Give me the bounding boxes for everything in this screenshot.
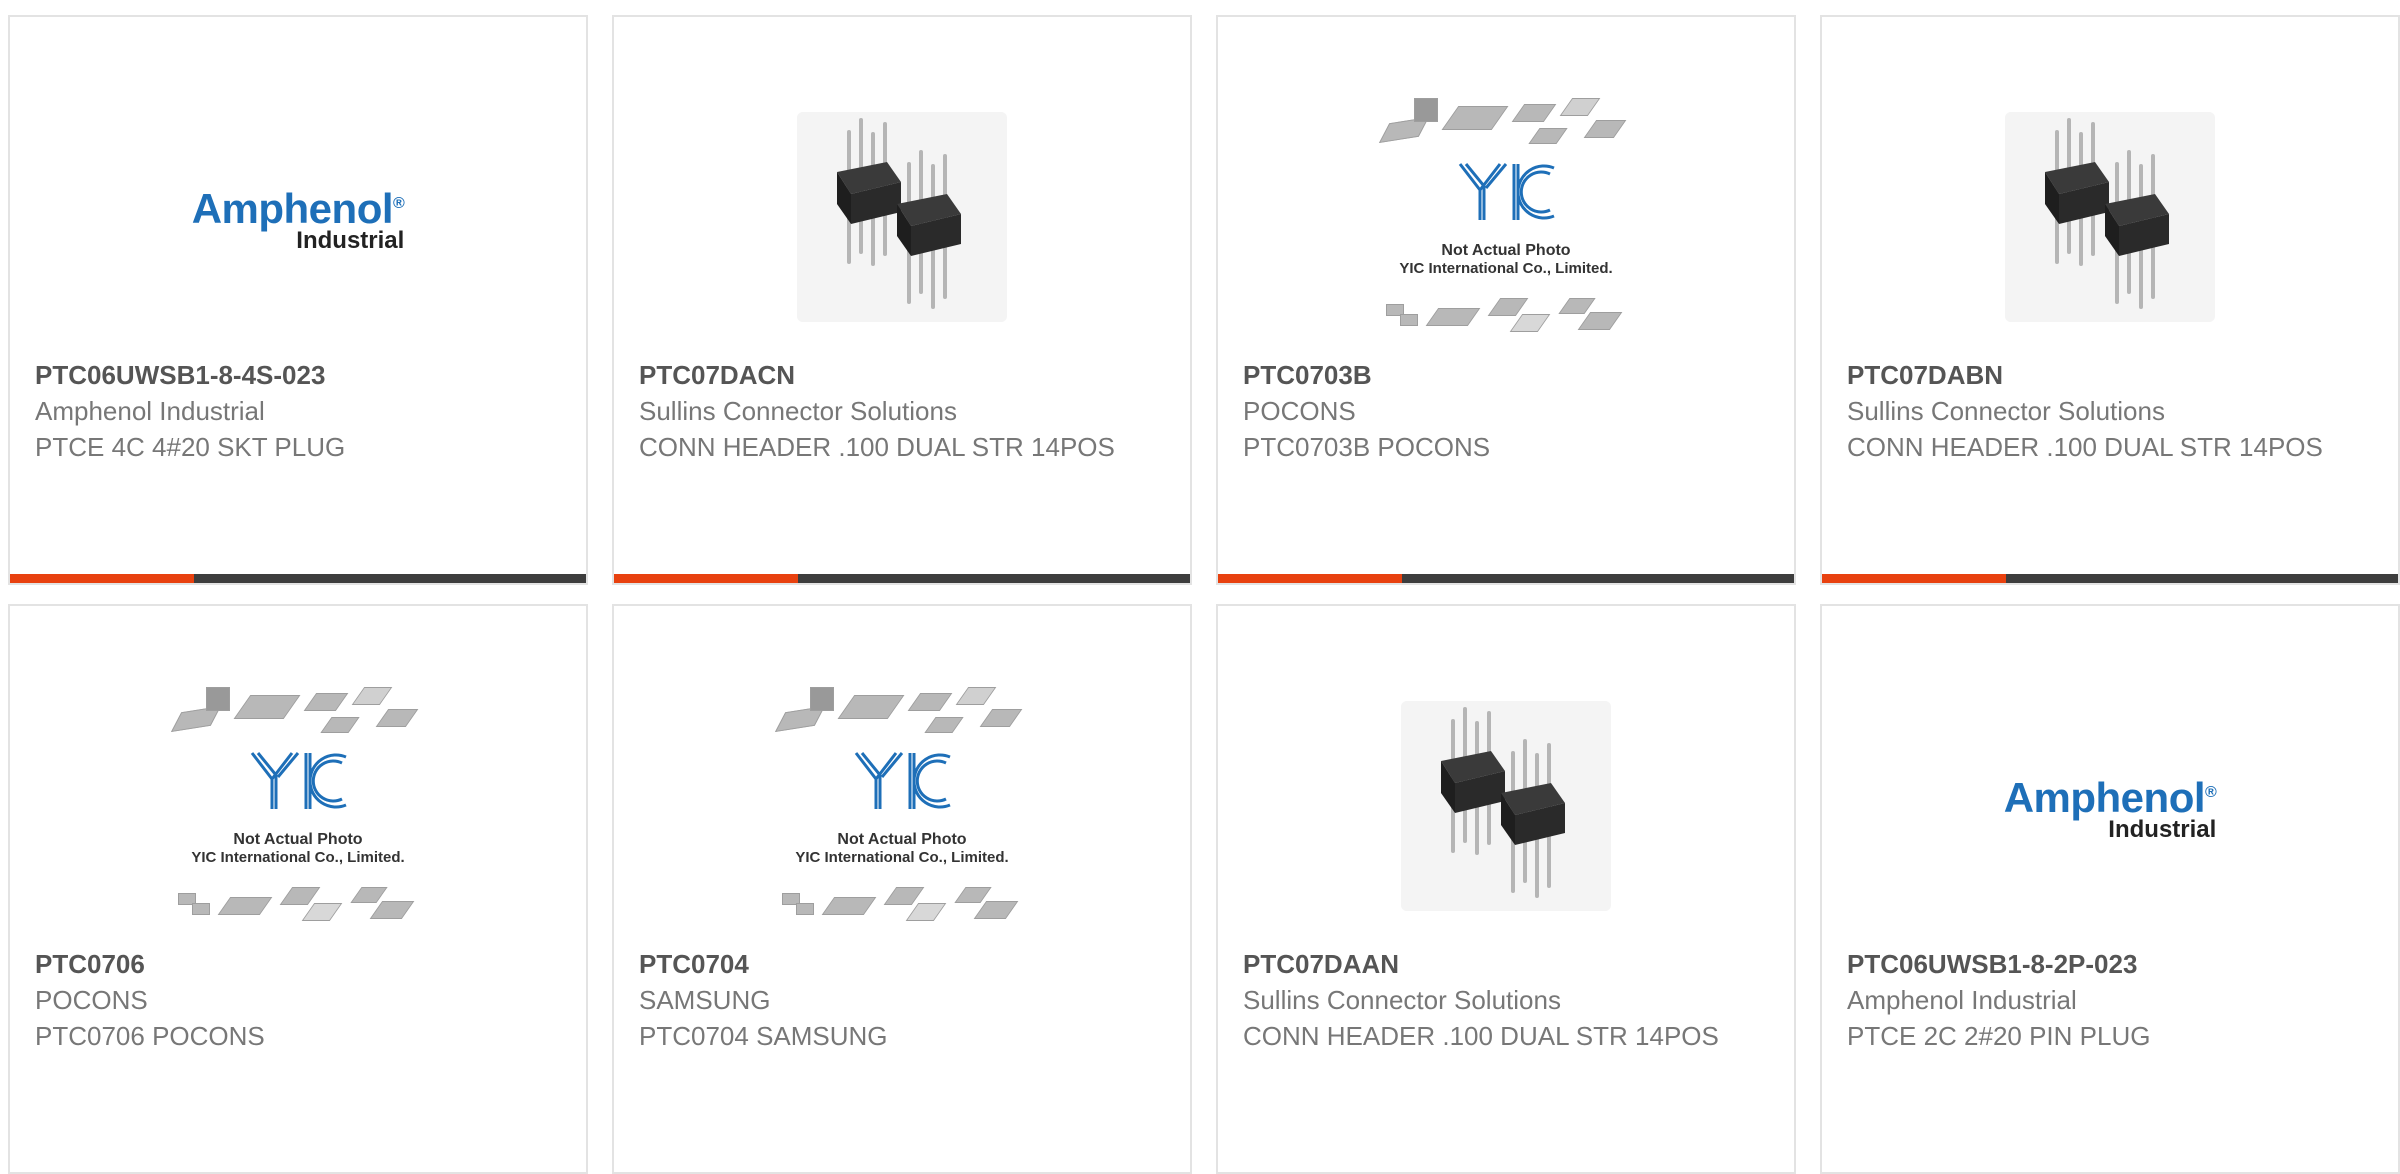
placeholder-line1: Not Actual Photo bbox=[837, 831, 967, 848]
placeholder-line1: Not Actual Photo bbox=[233, 831, 363, 848]
product-card[interactable]: PTC07DACN Sullins Connector Solutions CO… bbox=[612, 15, 1192, 585]
amphenol-logo: Amphenol® Industrial bbox=[191, 184, 405, 254]
yic-placeholder-image: Not Actual Photo YIC International Co., … bbox=[158, 681, 438, 931]
manufacturer-name: Sullins Connector Solutions bbox=[1243, 985, 1561, 1015]
manufacturer-name: Amphenol Industrial bbox=[35, 396, 265, 426]
pin-header-photo bbox=[797, 112, 1007, 322]
product-description: PTCE 2C 2#20 PIN PLUG bbox=[1847, 1021, 2151, 1051]
product-description: CONN HEADER .100 DUAL STR 14POS bbox=[1847, 432, 2323, 462]
yic-placeholder-image: Not Actual Photo YIC International Co., … bbox=[1366, 92, 1646, 342]
product-image[interactable]: Not Actual Photo YIC International Co., … bbox=[10, 666, 586, 946]
product-card[interactable]: Not Actual Photo YIC International Co., … bbox=[612, 604, 1192, 1174]
product-image[interactable]: Not Actual Photo YIC International Co., … bbox=[614, 666, 1190, 946]
manufacturer-name: Sullins Connector Solutions bbox=[639, 396, 957, 426]
part-number-link[interactable]: PTC0706 bbox=[35, 946, 561, 982]
product-card[interactable]: Amphenol® Industrial PTC06UWSB1-8-4S-023… bbox=[8, 15, 588, 585]
placeholder-line1: Not Actual Photo bbox=[1441, 242, 1571, 259]
part-number-link[interactable]: PTC06UWSB1-8-4S-023 bbox=[35, 357, 561, 393]
part-number-link[interactable]: PTC07DABN bbox=[1847, 357, 2373, 393]
product-description: CONN HEADER .100 DUAL STR 14POS bbox=[639, 432, 1115, 462]
product-image[interactable]: Amphenol® Industrial bbox=[10, 77, 586, 357]
product-card[interactable]: Amphenol® Industrial PTC06UWSB1-8-2P-023… bbox=[1820, 604, 2400, 1174]
card-progress-bar bbox=[1822, 574, 2398, 583]
card-progress-accent bbox=[10, 574, 194, 583]
product-image[interactable] bbox=[1218, 666, 1794, 946]
manufacturer-name: Sullins Connector Solutions bbox=[1847, 396, 2165, 426]
card-progress-bar bbox=[1218, 574, 1794, 583]
placeholder-line2: YIC International Co., Limited. bbox=[191, 849, 405, 866]
card-progress-bar bbox=[614, 574, 1190, 583]
part-number-link[interactable]: PTC06UWSB1-8-2P-023 bbox=[1847, 946, 2373, 982]
part-number-link[interactable]: PTC07DAAN bbox=[1243, 946, 1769, 982]
manufacturer-name: POCONS bbox=[35, 985, 148, 1015]
product-image[interactable]: Not Actual Photo YIC International Co., … bbox=[1218, 77, 1794, 357]
product-image[interactable] bbox=[614, 77, 1190, 357]
product-description: PTC0706 POCONS bbox=[35, 1021, 265, 1051]
part-number-link[interactable]: PTC0704 bbox=[639, 946, 1165, 982]
product-card[interactable]: Not Actual Photo YIC International Co., … bbox=[1216, 15, 1796, 585]
pin-header-photo bbox=[2005, 112, 2215, 322]
placeholder-line2: YIC International Co., Limited. bbox=[795, 849, 1009, 866]
card-progress-accent bbox=[614, 574, 798, 583]
yic-logo bbox=[854, 752, 951, 809]
card-progress-bar bbox=[10, 574, 586, 583]
product-description: PTC0704 SAMSUNG bbox=[639, 1021, 888, 1051]
product-card[interactable]: PTC07DABN Sullins Connector Solutions CO… bbox=[1820, 15, 2400, 585]
product-description: PTCE 4C 4#20 SKT PLUG bbox=[35, 432, 346, 462]
pin-header-photo bbox=[1401, 701, 1611, 911]
part-number-link[interactable]: PTC07DACN bbox=[639, 357, 1165, 393]
card-progress-accent bbox=[1218, 574, 1402, 583]
yic-logo bbox=[1458, 163, 1555, 220]
placeholder-line2: YIC International Co., Limited. bbox=[1399, 260, 1613, 277]
card-progress-accent bbox=[1822, 574, 2006, 583]
product-description: PTC0703B POCONS bbox=[1243, 432, 1491, 462]
product-card[interactable]: PTC07DAAN Sullins Connector Solutions CO… bbox=[1216, 604, 1796, 1174]
product-image[interactable] bbox=[1822, 77, 2398, 357]
manufacturer-name: SAMSUNG bbox=[639, 985, 771, 1015]
manufacturer-name: POCONS bbox=[1243, 396, 1356, 426]
yic-logo bbox=[250, 752, 347, 809]
product-image[interactable]: Amphenol® Industrial bbox=[1822, 666, 2398, 946]
part-number-link[interactable]: PTC0703B bbox=[1243, 357, 1769, 393]
yic-placeholder-image: Not Actual Photo YIC International Co., … bbox=[762, 681, 1042, 931]
manufacturer-name: Amphenol Industrial bbox=[1847, 985, 2077, 1015]
product-grid: Amphenol® Industrial PTC06UWSB1-8-4S-023… bbox=[0, 0, 2400, 1174]
amphenol-logo: Amphenol® Industrial bbox=[2003, 773, 2217, 843]
product-description: CONN HEADER .100 DUAL STR 14POS bbox=[1243, 1021, 1719, 1051]
product-card[interactable]: Not Actual Photo YIC International Co., … bbox=[8, 604, 588, 1174]
